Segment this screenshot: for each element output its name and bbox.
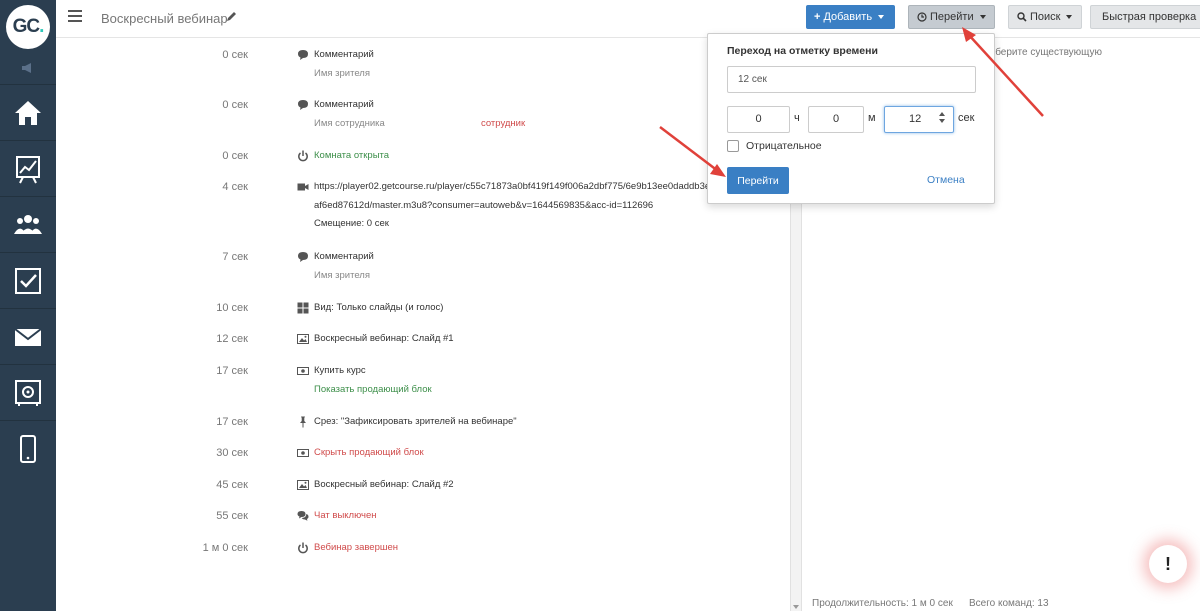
chevron-down-icon [1066, 15, 1073, 19]
video-icon [297, 183, 309, 191]
quick-check-button[interactable]: Быстрая проверка [1090, 5, 1200, 29]
grid-icon [297, 302, 309, 314]
power-icon [298, 542, 308, 554]
negative-checkbox[interactable] [727, 140, 739, 152]
money-icon [297, 449, 309, 457]
right-panel-hint: ыберите существующую [988, 47, 1103, 58]
spinner-icon[interactable] [939, 112, 945, 126]
help-button[interactable]: ! [1149, 545, 1187, 583]
comment-icon [298, 50, 308, 60]
tasks-checkbox-icon[interactable] [0, 252, 56, 308]
home-icon[interactable] [0, 84, 56, 140]
time-input[interactable]: 12 сек [727, 66, 976, 93]
seconds-unit: сек [958, 112, 975, 124]
chevron-down-icon [979, 15, 986, 19]
minutes-unit: м [868, 112, 876, 124]
comment-icon [298, 252, 308, 262]
clock-icon [917, 12, 927, 22]
page-title: Воскресный вебинар [101, 11, 228, 26]
go-button[interactable]: Перейти [727, 167, 789, 194]
money-icon [297, 367, 309, 375]
staff-tag: сотрудник [481, 118, 526, 129]
plus-icon: + [814, 11, 821, 23]
mobile-icon[interactable] [0, 420, 56, 476]
safe-settings-icon[interactable] [0, 364, 56, 420]
duration-info: Продолжительность: 1 м 0 сек [812, 598, 953, 609]
power-icon [298, 150, 308, 162]
comment-icon [298, 100, 308, 110]
hours-input[interactable]: 0 [727, 106, 790, 133]
pin-icon [300, 416, 306, 428]
users-icon[interactable] [0, 196, 56, 252]
total-commands: Всего команд: 13 [969, 598, 1049, 609]
header: Воскресный вебинар + Добавить Перейти По… [56, 0, 1200, 38]
search-icon [1017, 12, 1027, 22]
negative-label: Отрицательное [746, 140, 822, 152]
chart-board-icon[interactable] [0, 140, 56, 196]
pencil-icon[interactable] [226, 10, 238, 22]
scroll-down-arrow[interactable] [793, 605, 799, 609]
image-icon [297, 480, 309, 490]
chevron-down-icon [878, 15, 885, 19]
cancel-button[interactable]: Отмена [927, 174, 965, 186]
seconds-input[interactable]: 12 [884, 106, 954, 133]
logo-mark: GC. [6, 5, 50, 49]
image-icon [297, 334, 309, 344]
search-button[interactable]: Поиск [1008, 5, 1082, 29]
comments-icon [297, 511, 309, 521]
add-button[interactable]: + Добавить [806, 5, 895, 29]
event-list: 0 сек Комментарий Имя зрителя 0 сек Комм… [202, 49, 721, 554]
megaphone-icon[interactable] [20, 62, 36, 74]
mail-icon[interactable] [0, 308, 56, 364]
sidebar: GC. [0, 0, 56, 611]
goto-popup: Переход на отметку времени 12 сек 0 ч 0 … [707, 33, 995, 204]
popup-title: Переход на отметку времени [727, 45, 878, 57]
hours-unit: ч [794, 112, 800, 124]
menu-icon[interactable] [68, 10, 82, 22]
goto-button[interactable]: Перейти [908, 5, 995, 29]
minutes-input[interactable]: 0 [808, 106, 864, 133]
logo[interactable]: GC. [0, 0, 56, 54]
